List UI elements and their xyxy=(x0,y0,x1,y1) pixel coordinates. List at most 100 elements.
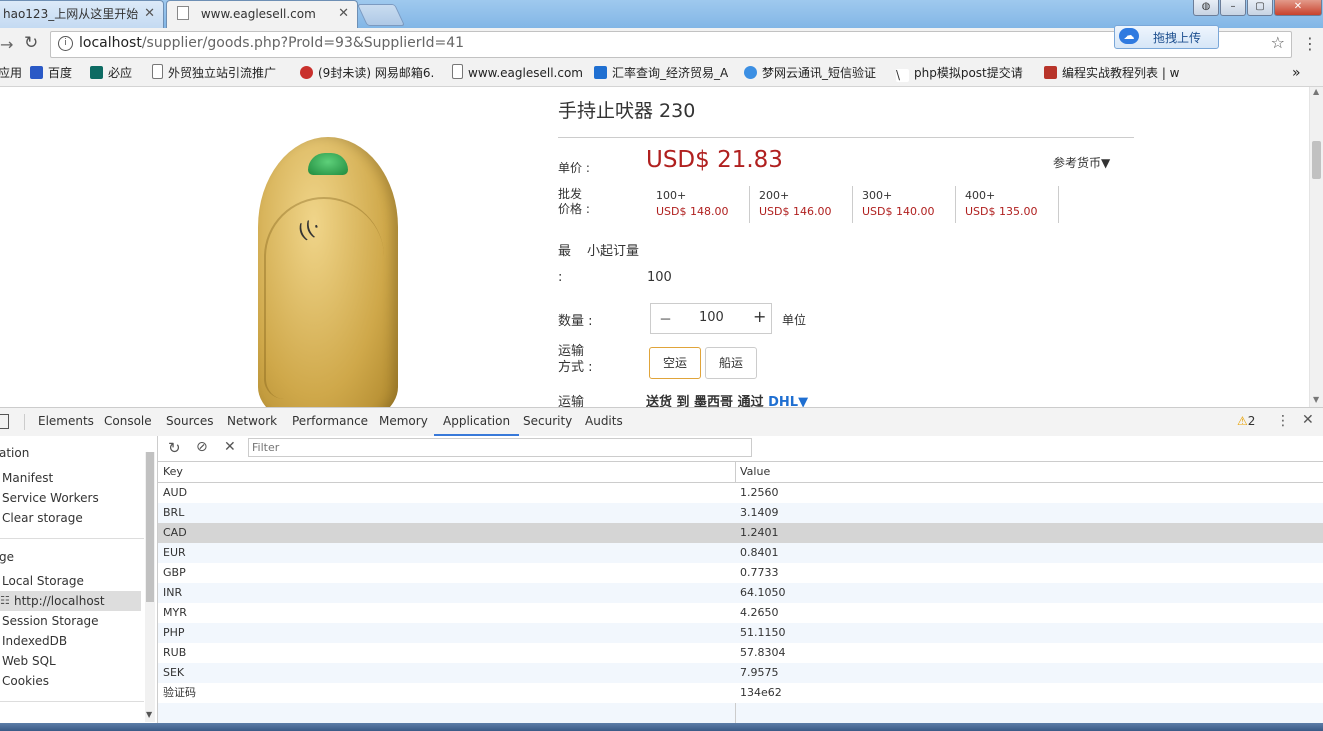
tab-security[interactable]: Security xyxy=(523,408,572,436)
warnings-indicator[interactable]: ⚠2 xyxy=(1237,414,1255,428)
scrollbar-thumb[interactable] xyxy=(1312,141,1321,179)
bookmark-sms[interactable]: 梦网云通讯_短信验证 xyxy=(744,61,876,85)
table-row[interactable]: BRL 3.1409 xyxy=(158,503,1323,523)
bookmark-star-icon[interactable]: ☆ xyxy=(1271,33,1285,52)
table-row-selected[interactable]: CAD 1.2401 xyxy=(158,523,1323,543)
sidebar-item-service-workers[interactable]: Service Workers xyxy=(2,491,99,505)
bookmark-exchange[interactable]: 汇率查询_经济贸易_A xyxy=(594,61,728,85)
table-row[interactable]: GBP 0.7733 xyxy=(158,563,1323,583)
close-icon[interactable]: ✕ xyxy=(144,1,155,27)
tab-application[interactable]: Application xyxy=(434,408,520,436)
sidebar-item-websql[interactable]: Web SQL xyxy=(2,654,56,668)
table-row[interactable]: RUB 57.8304 xyxy=(158,643,1323,663)
bookmark-bing[interactable]: 必应 xyxy=(90,61,132,85)
url-text[interactable]: localhost/supplier/goods.php?ProId=93&Su… xyxy=(79,35,464,51)
quantity-plus-button[interactable]: + xyxy=(753,307,766,326)
quantity-input[interactable]: 100 xyxy=(699,310,724,325)
delete-selected-icon[interactable]: ✕ xyxy=(224,439,236,455)
bookmark-apps[interactable]: 应用 xyxy=(0,61,22,85)
table-row[interactable]: PHP 51.1150 xyxy=(158,623,1323,643)
header-value[interactable]: Value xyxy=(740,465,770,478)
sidebar-item-local-storage[interactable]: Local Storage xyxy=(2,574,84,588)
divider xyxy=(558,137,1134,138)
filter-input[interactable] xyxy=(248,438,752,457)
table-row[interactable]: AUD 1.2560 xyxy=(158,483,1323,503)
forward-icon[interactable]: → xyxy=(0,35,13,54)
scroll-up-icon[interactable]: ▲ xyxy=(1313,87,1319,96)
user-icon[interactable]: ◍ xyxy=(1193,0,1219,16)
table-header: Key Value xyxy=(158,462,1323,483)
bookmark-php-post[interactable]: \ php模拟post提交请 xyxy=(896,61,1023,85)
tab-eaglesell[interactable]: www.eaglesell.com ✕ xyxy=(166,0,358,29)
php-icon: \ xyxy=(896,69,909,82)
bookmark-w3c[interactable]: 编程实战教程列表 | w xyxy=(1044,61,1180,85)
menu-icon[interactable]: ⋮ xyxy=(1302,34,1318,53)
currency-dropdown[interactable]: 参考货币▼ xyxy=(1053,154,1110,171)
sidebar-item-manifest[interactable]: Manifest xyxy=(2,471,53,485)
sidebar-item-cookies[interactable]: Cookies xyxy=(2,674,49,688)
tab-hao123[interactable]: hao123_上网从这里开始 ✕ xyxy=(0,0,164,28)
table-row[interactable]: MYR 4.2650 xyxy=(158,603,1323,623)
upload-button[interactable]: ☁ 拖拽上传 xyxy=(1114,25,1219,49)
tab-audits[interactable]: Audits xyxy=(585,408,623,436)
wholesale-tiers: 100+ USD$ 148.00 200+ USD$ 146.00 300+ U… xyxy=(646,186,1059,223)
devtools-tabbar: Elements Console Sources Network Perform… xyxy=(0,407,1323,437)
close-icon[interactable]: ✕ xyxy=(338,1,349,27)
bookmarks-overflow-icon[interactable]: » xyxy=(1292,61,1301,85)
quantity-unit: 单位 xyxy=(782,313,807,327)
bing-icon xyxy=(90,66,103,79)
tab-elements[interactable]: Elements xyxy=(38,408,94,436)
inspect-icon[interactable] xyxy=(0,414,9,429)
unit-price-label: 单价 : xyxy=(558,161,590,175)
scroll-down-icon[interactable]: ▼ xyxy=(146,710,152,719)
shipping-destination: 送货 到 墨西哥 通过 DHL▼ xyxy=(646,391,808,407)
bookmark-site-promo[interactable]: 外贸独立站引流推广 xyxy=(152,61,276,85)
sidebar-scrollbar[interactable]: ▼ xyxy=(145,452,155,722)
tab-network[interactable]: Network xyxy=(227,408,277,436)
minimize-button[interactable]: – xyxy=(1220,0,1246,16)
unit-price: USD$ 21.83 xyxy=(646,147,783,173)
bookmark-eaglesell[interactable]: www.eaglesell.com xyxy=(452,61,583,85)
cloud-icon: ☁ xyxy=(1119,28,1139,44)
table-empty-row xyxy=(158,703,1323,723)
devtools-close-icon[interactable]: ✕ xyxy=(1302,412,1314,428)
scrollbar-thumb[interactable] xyxy=(146,452,154,602)
product-title: 手持止吠器 230 xyxy=(558,100,696,122)
window-close-button[interactable]: ✕ xyxy=(1274,0,1322,16)
clear-all-icon[interactable]: ⊘ xyxy=(196,439,208,455)
bookmark-163-mail[interactable]: (9封未读) 网易邮箱6. xyxy=(300,61,434,85)
tier: 300+ USD$ 140.00 xyxy=(852,186,956,223)
sidebar-item-clear-storage[interactable]: Clear storage xyxy=(2,511,83,525)
table-row[interactable]: SEK 7.9575 xyxy=(158,663,1323,683)
page-icon xyxy=(452,64,463,79)
ship-sea-button[interactable]: 船运 xyxy=(705,347,757,379)
sidebar-item-indexeddb[interactable]: IndexedDB xyxy=(2,634,67,648)
tab-performance[interactable]: Performance xyxy=(292,408,368,436)
sidebar-item-session-storage[interactable]: Session Storage xyxy=(2,614,99,628)
taskbar xyxy=(0,723,1323,731)
devtools-menu-icon[interactable]: ⋮ xyxy=(1276,413,1290,429)
table-row[interactable]: INR 64.1050 xyxy=(158,583,1323,603)
address-bar[interactable]: i localhost/supplier/goods.php?ProId=93&… xyxy=(50,31,1292,58)
carrier-dropdown[interactable]: DHL▼ xyxy=(768,395,808,407)
page-scrollbar[interactable]: ▲ ▼ xyxy=(1309,87,1323,407)
tab-console[interactable]: Console xyxy=(104,408,152,436)
sidebar-item-localhost[interactable]: ☷ http://localhost xyxy=(0,591,141,611)
bookmark-baidu[interactable]: 百度 xyxy=(30,61,72,85)
ship-air-button[interactable]: 空运 xyxy=(649,347,701,379)
scroll-down-icon[interactable]: ▼ xyxy=(1313,395,1319,404)
reload-icon[interactable]: ↻ xyxy=(24,33,38,53)
quantity-minus-button[interactable]: － xyxy=(659,309,672,328)
tab-memory[interactable]: Memory xyxy=(379,408,428,436)
table-row[interactable]: 验证码 134e62 xyxy=(158,683,1323,703)
refresh-icon[interactable]: ↻ xyxy=(168,439,181,457)
tab-sources[interactable]: Sources xyxy=(166,408,213,436)
info-icon[interactable]: i xyxy=(58,36,73,51)
wholesale-label: 批发 价格 : xyxy=(558,187,590,216)
tier: 200+ USD$ 146.00 xyxy=(749,186,853,223)
quantity-label: 数量 : xyxy=(558,314,593,329)
table-row[interactable]: EUR 0.8401 xyxy=(158,543,1323,563)
new-tab-button[interactable] xyxy=(356,4,406,26)
header-key[interactable]: Key xyxy=(163,465,183,478)
maximize-button[interactable]: ▢ xyxy=(1247,0,1273,16)
